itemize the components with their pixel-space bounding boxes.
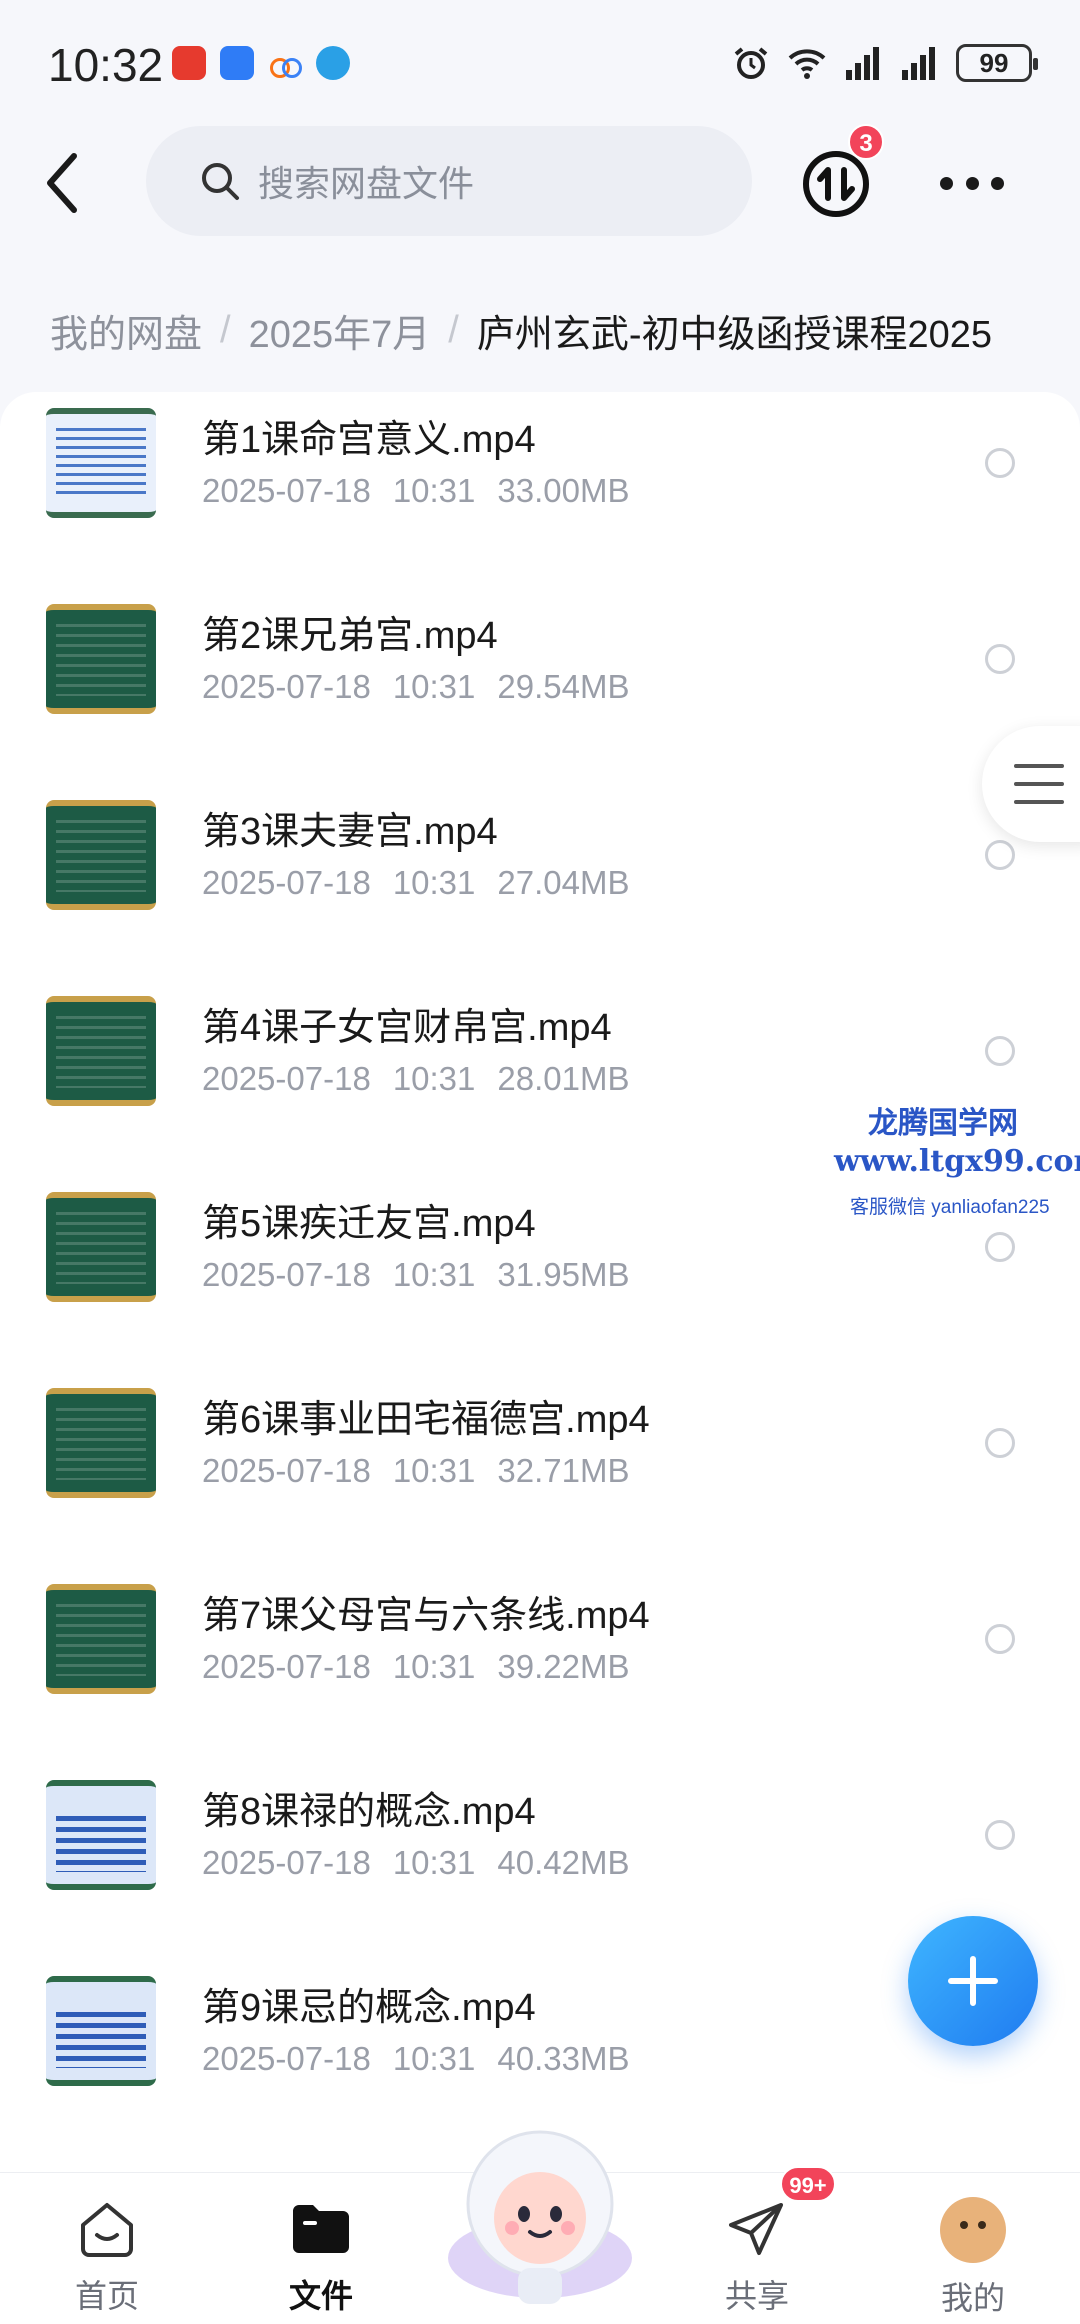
breadcrumb-separator: / <box>220 308 231 351</box>
avatar-icon <box>940 2197 1006 2263</box>
breadcrumb-separator: / <box>448 308 459 351</box>
select-radio[interactable] <box>985 448 1015 478</box>
alarm-icon <box>734 47 768 79</box>
file-row[interactable]: 第6课事业田宅福德宫.mp4 2025-07-18 10:31 32.71MB <box>0 1372 1080 1568</box>
breadcrumb-item[interactable]: 我的网盘 <box>50 303 202 358</box>
video-thumbnail <box>46 1780 156 1890</box>
file-meta: 2025-07-18 10:31 29.54MB <box>202 668 630 705</box>
select-radio[interactable] <box>985 1820 1015 1850</box>
select-radio[interactable] <box>985 1232 1015 1262</box>
file-meta: 2025-07-18 10:31 31.95MB <box>202 1256 630 1293</box>
breadcrumb-current: 庐州玄武-初中级函授课程2025 <box>476 313 993 356</box>
home-icon <box>81 2203 133 2257</box>
search-input[interactable]: 搜索网盘文件 <box>146 126 752 236</box>
share-count-badge: 99+ <box>780 2166 836 2202</box>
plus-icon <box>948 1956 998 2006</box>
system-icons: 99 <box>732 44 1038 82</box>
back-arrow-icon[interactable] <box>40 148 84 218</box>
video-thumbnail <box>46 1584 156 1694</box>
file-name: 第4课子女宫财帛宫.mp4 <box>202 1007 612 1049</box>
file-name: 第8课禄的概念.mp4 <box>202 1791 536 1833</box>
file-name: 第1课命宫意义.mp4 <box>202 419 536 461</box>
notification-icons <box>172 46 350 80</box>
file-name: 第3课夫妻宫.mp4 <box>202 811 498 853</box>
signal-icon <box>902 47 935 80</box>
file-list: 第1课命宫意义.mp4 2025-07-18 10:31 33.00MB 第2课兄弟… <box>0 392 1080 2172</box>
app-notification-icon <box>172 46 206 80</box>
file-meta: 2025-07-18 10:31 39.22MB <box>202 1648 630 1685</box>
video-thumbnail <box>46 604 156 714</box>
file-row[interactable]: 第2课兄弟宫.mp4 2025-07-18 10:31 29.54MB <box>0 588 1080 784</box>
ai-assistant-mascot-icon[interactable] <box>434 2108 646 2320</box>
file-row[interactable]: 第8课禄的概念.mp4 2025-07-18 10:31 40.42MB <box>0 1764 1080 1960</box>
nav-me[interactable]: 我的 <box>898 2197 1048 2319</box>
watermark-site-name: 龙腾国学网 <box>868 1107 1018 1140</box>
file-name: 第2课兄弟宫.mp4 <box>202 615 498 657</box>
search-icon <box>202 163 239 200</box>
video-thumbnail <box>46 408 156 518</box>
add-button[interactable] <box>908 1916 1038 2046</box>
nav-share[interactable]: 共享 <box>682 2197 832 2317</box>
video-thumbnail <box>46 1388 156 1498</box>
file-meta: 2025-07-18 10:31 33.00MB <box>202 472 630 509</box>
more-options-button[interactable] <box>940 166 1004 200</box>
watermark-contact: 客服微信 yanliaofan225 <box>850 1197 1050 1218</box>
status-time: 10:32 <box>48 39 164 91</box>
nav-label: 共享 <box>724 2278 789 2314</box>
video-thumbnail <box>46 800 156 910</box>
file-name: 第6课事业田宅福德宫.mp4 <box>202 1399 650 1441</box>
nav-label: 我的 <box>940 2280 1005 2316</box>
folder-icon <box>293 2205 349 2253</box>
paper-plane-icon <box>729 2203 783 2255</box>
file-row[interactable]: 第7课父母宫与六条线.mp4 2025-07-18 10:31 39.22MB <box>0 1568 1080 1764</box>
file-meta: 2025-07-18 10:31 28.01MB <box>202 1060 630 1097</box>
file-name: 第7课父母宫与六条线.mp4 <box>202 1595 650 1637</box>
select-radio[interactable] <box>985 644 1015 674</box>
battery-indicator: 99 <box>956 44 1038 82</box>
signal-icon <box>846 47 879 80</box>
video-thumbnail <box>46 1192 156 1302</box>
video-thumbnail <box>46 996 156 1106</box>
cloud-app-notification-icon <box>268 46 302 80</box>
select-radio[interactable] <box>985 1624 1015 1654</box>
select-radio[interactable] <box>985 1036 1015 1066</box>
wifi-icon <box>788 49 826 79</box>
transfer-count-badge: 3 <box>848 124 884 160</box>
file-meta: 2025-07-18 10:31 40.33MB <box>202 2040 630 2077</box>
breadcrumb-item[interactable]: 2025年7月 <box>249 303 431 358</box>
nav-home[interactable]: 首页 <box>32 2197 182 2317</box>
file-name: 第5课疾迁友宫.mp4 <box>202 1203 536 1245</box>
file-name: 第9课忌的概念.mp4 <box>202 1987 536 2029</box>
browser-notification-icon <box>316 46 350 80</box>
file-meta: 2025-07-18 10:31 32.71MB <box>202 1452 630 1489</box>
file-meta: 2025-07-18 10:31 27.04MB <box>202 864 630 901</box>
status-bar: 10:32 99 <box>0 0 1080 120</box>
select-radio[interactable] <box>985 840 1015 870</box>
search-placeholder: 搜索网盘文件 <box>258 163 475 204</box>
file-row[interactable]: 第3课夫妻宫.mp4 2025-07-18 10:31 27.04MB <box>0 784 1080 980</box>
watermark-url: www.ltgx99.com <box>834 1144 1080 1179</box>
app-notification-icon <box>220 46 254 80</box>
nav-label: 文件 <box>288 2278 353 2314</box>
breadcrumb: 我的网盘 / 2025年7月 / 庐州玄武-初中级函授课程2025 <box>50 300 1080 360</box>
nav-label: 首页 <box>74 2278 139 2314</box>
video-thumbnail <box>46 1976 156 2086</box>
file-row[interactable]: 第1课命宫意义.mp4 2025-07-18 10:31 33.00MB <box>0 392 1080 588</box>
file-meta: 2025-07-18 10:31 40.42MB <box>202 1844 630 1881</box>
nav-files[interactable]: 文件 <box>246 2197 396 2317</box>
select-radio[interactable] <box>985 1428 1015 1458</box>
